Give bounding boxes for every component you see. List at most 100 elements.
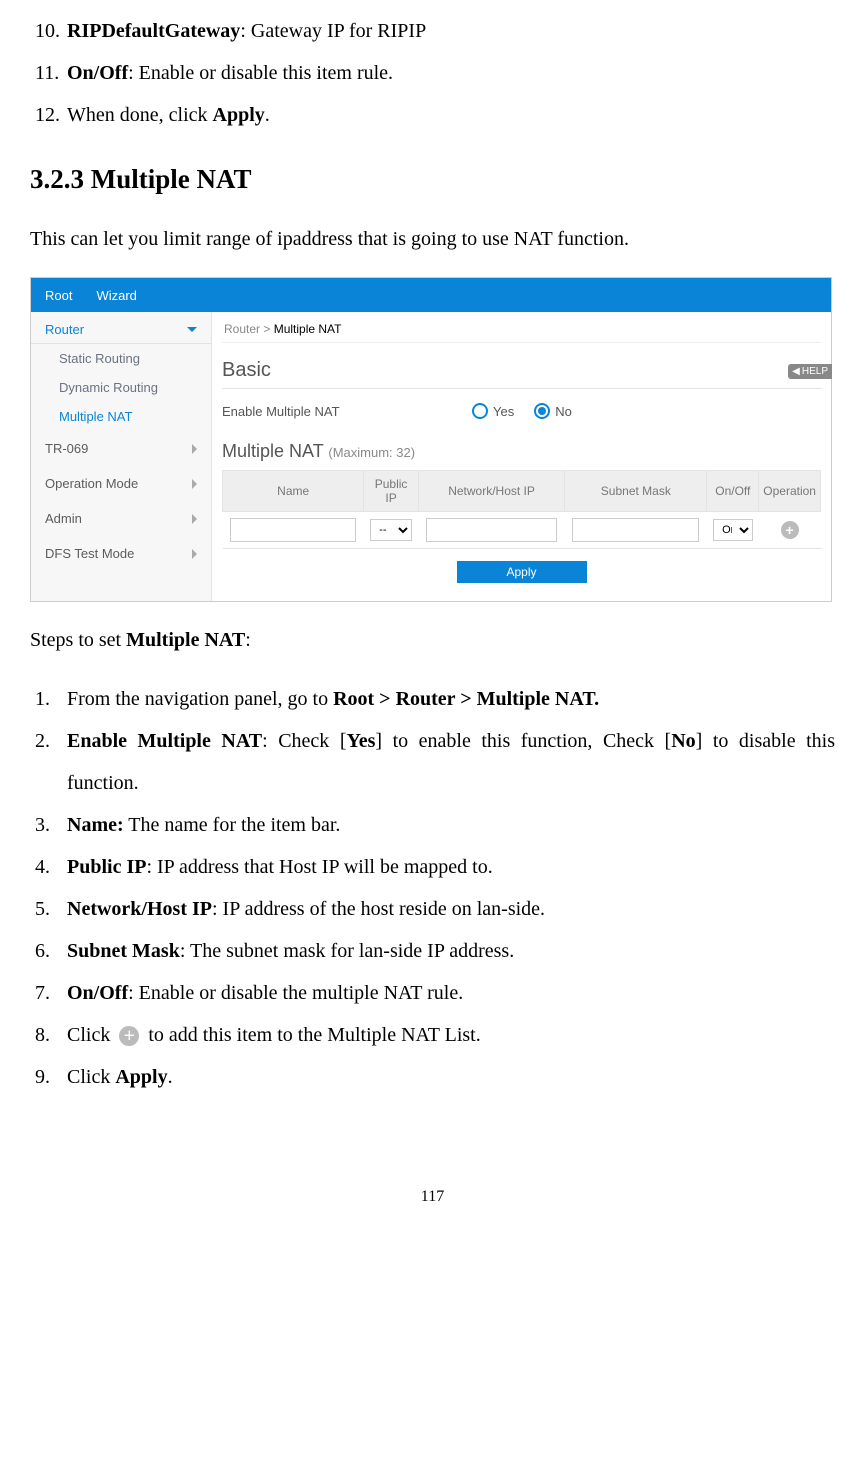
sidebar-item-dynamic-routing[interactable]: Dynamic Routing: [31, 373, 211, 402]
breadcrumb-prefix: Router >: [224, 322, 274, 336]
list-number: 9.: [35, 1056, 67, 1098]
radio-icon: [472, 403, 488, 419]
chevron-right-icon: [192, 549, 197, 559]
text: to add this item to the Multiple NAT Lis…: [143, 1024, 480, 1046]
list-number: 3.: [35, 804, 67, 846]
sidebar-item-router[interactable]: Router: [31, 312, 211, 344]
name-input[interactable]: [230, 518, 356, 542]
main-panel: Router > Multiple NAT ◀ HELP Basic Enabl…: [212, 312, 831, 601]
col-onoff: On/Off: [707, 471, 759, 512]
list-number: 4.: [35, 846, 67, 888]
radio-label: Yes: [493, 404, 514, 419]
bold: Public IP: [67, 856, 146, 878]
bold: Apply: [115, 1066, 167, 1088]
sidebar-label: Operation Mode: [45, 476, 138, 491]
bold: No: [671, 730, 695, 752]
list-number: 12.: [35, 94, 67, 136]
breadcrumb: Router > Multiple NAT: [222, 320, 821, 343]
list-item-12: 12. When done, click Apply.: [35, 94, 835, 136]
sidebar-item-operation-mode[interactable]: Operation Mode: [31, 466, 211, 501]
heading-sub: (Maximum: 32): [328, 445, 415, 460]
step-7: 7. On/Off: Enable or disable the multipl…: [35, 972, 835, 1014]
sidebar-label: TR-069: [45, 441, 88, 456]
intro-paragraph: This can let you limit range of ipaddres…: [30, 219, 835, 259]
col-subnet-mask: Subnet Mask: [565, 471, 707, 512]
chevron-right-icon: [192, 514, 197, 524]
sidebar-item-tr069[interactable]: TR-069: [31, 431, 211, 466]
tab-root[interactable]: Root: [45, 278, 72, 312]
enable-nat-label: Enable Multiple NAT: [222, 404, 472, 419]
text: : Check [: [262, 730, 346, 752]
text: The name for the item bar.: [124, 814, 341, 836]
text: When done, click: [67, 104, 213, 126]
nat-table: Name Public IP Network/Host IP Subnet Ma…: [222, 470, 821, 549]
apply-button[interactable]: Apply: [457, 561, 587, 583]
bold: Enable Multiple NAT: [67, 730, 262, 752]
text: :: [245, 629, 251, 651]
step-1: 1. From the navigation panel, go to Root…: [35, 678, 835, 720]
term: On/Off: [67, 62, 128, 84]
text: .: [168, 1066, 173, 1088]
radio-no[interactable]: No: [534, 403, 572, 419]
list-number: 8.: [35, 1014, 67, 1056]
col-public-ip: Public IP: [364, 471, 418, 512]
text: : The subnet mask for lan-side IP addres…: [180, 940, 514, 962]
text: Click: [67, 1024, 115, 1046]
definition: : Gateway IP for RIPIP: [240, 20, 426, 42]
bold: Name:: [67, 814, 124, 836]
list-number: 5.: [35, 888, 67, 930]
chevron-right-icon: [192, 444, 197, 454]
radio-label: No: [555, 404, 572, 419]
step-3: 3. Name: The name for the item bar.: [35, 804, 835, 846]
list-number: 11.: [35, 52, 67, 94]
col-operation: Operation: [759, 471, 821, 512]
term: RIPDefaultGateway: [67, 20, 240, 42]
list-number: 10.: [35, 10, 67, 52]
step-9: 9. Click Apply.: [35, 1056, 835, 1098]
sidebar-item-dfs[interactable]: DFS Test Mode: [31, 536, 211, 571]
network-host-ip-input[interactable]: [426, 518, 557, 542]
text: Steps to set: [30, 629, 126, 651]
plus-icon: +: [119, 1026, 139, 1046]
text: .: [265, 104, 270, 126]
help-button[interactable]: ◀ HELP: [788, 364, 832, 379]
sidebar-label: Admin: [45, 511, 82, 526]
definition: : Enable or disable this item rule.: [128, 62, 393, 84]
router-ui-screenshot: Root Wizard Router Static Routing Dynami…: [30, 277, 832, 602]
subnet-mask-input[interactable]: [572, 518, 699, 542]
list-number: 1.: [35, 678, 67, 720]
sidebar-item-static-routing[interactable]: Static Routing: [31, 344, 211, 373]
heading-text: Multiple NAT: [222, 441, 323, 461]
bold: Subnet Mask: [67, 940, 180, 962]
sidebar-item-multiple-nat[interactable]: Multiple NAT: [31, 402, 211, 431]
bold: Yes: [347, 730, 376, 752]
help-label: HELP: [802, 366, 828, 377]
text: Click: [67, 1066, 115, 1088]
public-ip-select[interactable]: --: [370, 519, 412, 541]
sidebar: Router Static Routing Dynamic Routing Mu…: [31, 312, 212, 601]
page-number: 117: [30, 1188, 835, 1206]
enable-nat-row: Enable Multiple NAT Yes No: [222, 397, 821, 429]
list-number: 7.: [35, 972, 67, 1014]
step-4: 4. Public IP: IP address that Host IP wi…: [35, 846, 835, 888]
text: ] to enable this function, Check [: [375, 730, 671, 752]
sidebar-label: Router: [45, 322, 84, 337]
multiple-nat-heading: Multiple NAT (Maximum: 32): [222, 441, 821, 462]
radio-yes[interactable]: Yes: [472, 403, 514, 419]
list-item-11: 11. On/Off: Enable or disable this item …: [35, 52, 835, 94]
onoff-select[interactable]: On: [713, 519, 752, 541]
text: : IP address of the host reside on lan-s…: [212, 898, 545, 920]
document-page: 10. RIPDefaultGateway: Gateway IP for RI…: [0, 0, 865, 1246]
breadcrumb-current: Multiple NAT: [274, 322, 342, 336]
steps-intro: Steps to set Multiple NAT:: [30, 620, 835, 660]
list-item-10: 10. RIPDefaultGateway: Gateway IP for RI…: [35, 10, 835, 52]
bold: Network/Host IP: [67, 898, 212, 920]
bold: Root > Router > Multiple NAT.: [333, 688, 599, 710]
tab-wizard[interactable]: Wizard: [96, 278, 136, 312]
sidebar-item-admin[interactable]: Admin: [31, 501, 211, 536]
chevron-down-icon: [187, 327, 197, 332]
chevron-left-icon: ◀: [792, 366, 800, 377]
step-2: 2. Enable Multiple NAT: Check [Yes] to e…: [35, 720, 835, 804]
section-heading: 3.2.3 Multiple NAT: [30, 164, 835, 195]
add-icon[interactable]: +: [781, 521, 799, 539]
